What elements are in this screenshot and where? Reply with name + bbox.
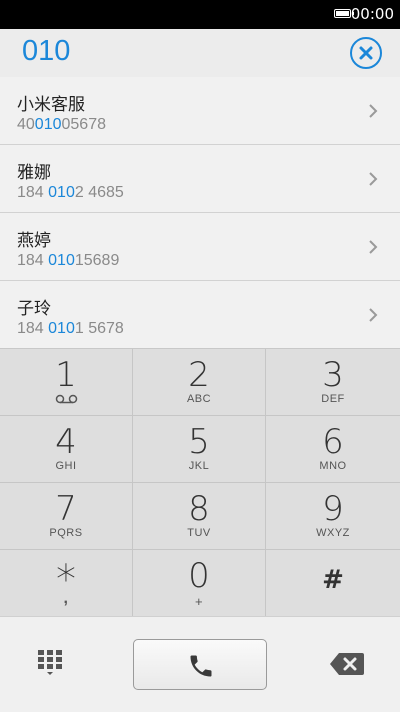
key-letters: PQRS — [49, 527, 83, 539]
phone-icon — [190, 655, 212, 677]
chevron-right-icon — [369, 172, 378, 186]
key-digit: 4 — [55, 422, 77, 462]
dialpad-icon[interactable] — [38, 650, 62, 676]
key-hash[interactable]: # — [266, 550, 400, 617]
key-2[interactable]: 2 ABC — [133, 349, 266, 416]
key-letters: DEF — [321, 393, 345, 405]
call-button[interactable] — [133, 639, 267, 690]
key-digit: 1 — [55, 355, 77, 395]
contact-row[interactable]: 雅娜 184 0102 4685 — [0, 145, 400, 213]
contact-row[interactable]: 子玲 184 0101 5678 — [0, 281, 400, 351]
contact-name: 燕婷 — [17, 231, 51, 251]
key-digit: 7 — [55, 489, 77, 529]
contact-row[interactable]: 燕婷 184 01015689 — [0, 213, 400, 281]
contact-row[interactable]: 小米客服 4001005678 — [0, 77, 400, 145]
key-5[interactable]: 5 JKL — [133, 416, 266, 483]
voicemail-icon — [55, 394, 78, 404]
key-7[interactable]: 7 PQRS — [0, 483, 133, 550]
key-9[interactable]: 9 WXYZ — [266, 483, 400, 550]
dial-keypad: 1 2 ABC 3 DEF 4 GHI 5 JKL 6 MNO 7 PQRS 8… — [0, 348, 400, 617]
contact-number: 184 0102 4685 — [17, 184, 124, 201]
key-digit: 2 — [188, 355, 210, 395]
chevron-right-icon — [369, 308, 378, 322]
key-4[interactable]: 4 GHI — [0, 416, 133, 483]
key-3[interactable]: 3 DEF — [266, 349, 400, 416]
key-digit: 5 — [188, 422, 210, 462]
backspace-icon[interactable] — [330, 653, 364, 675]
key-letters: ABC — [186, 393, 212, 405]
key-letters: + — [194, 594, 204, 609]
key-digit: 0 — [188, 556, 210, 596]
key-digit: 3 — [322, 355, 344, 395]
key-digit: 6 — [322, 422, 344, 462]
key-digit: 8 — [188, 489, 210, 529]
key-letters: TUV — [187, 527, 211, 539]
chevron-right-icon — [369, 104, 378, 118]
key-digit: 9 — [322, 489, 344, 529]
key-letters: JKL — [188, 460, 210, 472]
chevron-right-icon — [369, 240, 378, 254]
key-letters: WXYZ — [316, 527, 350, 539]
key-0[interactable]: 0 + — [133, 550, 266, 617]
dialed-number-field[interactable]: 010 — [22, 35, 70, 68]
contact-number: 184 01015689 — [17, 252, 120, 269]
status-bar: 00:00 — [0, 0, 400, 29]
close-icon — [359, 46, 373, 60]
key-letters: MNO — [319, 460, 347, 472]
status-time: 00:00 — [350, 5, 394, 23]
contact-number: 4001005678 — [17, 116, 106, 133]
action-bar — [0, 616, 400, 712]
key-letters: , — [63, 590, 69, 607]
contact-name: 雅娜 — [17, 163, 51, 183]
key-star[interactable]: * , — [0, 550, 133, 617]
key-8[interactable]: 8 TUV — [133, 483, 266, 550]
key-letters: GHI — [55, 460, 77, 472]
clear-button[interactable] — [350, 37, 382, 69]
dialer-header: 010 — [0, 29, 400, 77]
battery-icon — [334, 9, 354, 18]
key-1[interactable]: 1 — [0, 349, 133, 416]
key-6[interactable]: 6 MNO — [266, 416, 400, 483]
contact-results-list: 小米客服 4001005678 雅娜 184 0102 4685 燕婷 184 … — [0, 77, 400, 351]
contact-number: 184 0101 5678 — [17, 320, 124, 337]
contact-name: 小米客服 — [17, 95, 85, 115]
contact-name: 子玲 — [17, 299, 51, 319]
key-digit: # — [322, 565, 344, 595]
